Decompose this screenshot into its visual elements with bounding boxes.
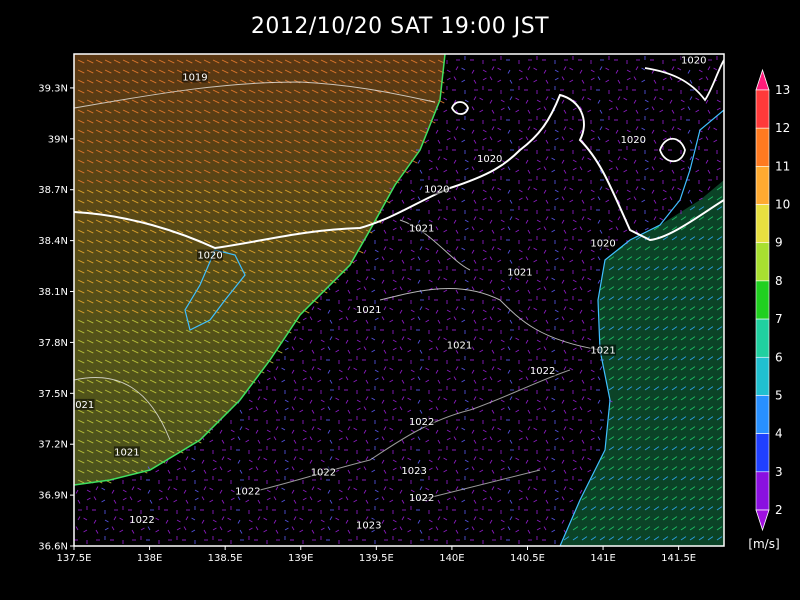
colorbar-bottom-arrow [755,509,770,532]
isobar-label: 1020 [424,184,449,195]
isobar-label: 1022 [409,493,434,504]
colorbar-segment [755,280,770,320]
lat-tick-label: 37.2N [38,440,68,451]
lon-tick-label: 141.5E [661,553,696,564]
isobar-label: 1021 [356,305,381,316]
isobar-label: 1021 [114,447,139,458]
lon-tick-label: 138E [137,553,162,564]
colorbar-segment [755,242,770,282]
isobar-label: 1019 [182,72,207,83]
colorbar-tick-label: 10 [775,198,790,212]
longitude-axis: 137.5E 138E 138.5E 139E 139.5E 140E 140.5E 141E… [57,546,696,564]
isobar-label: 1020 [197,251,222,262]
wind-map: 1019102010201020102010201020102110211021… [38,53,790,564]
lat-tick-label: 38.1N [38,287,68,298]
colorbar-tick-label: 13 [775,83,790,97]
lon-tick-label: 140E [439,553,464,564]
isobar-label: 1020 [621,135,646,146]
isobar-label: 1022 [409,417,434,428]
colorbar-segment [755,471,770,511]
colorbar-tick-label: 8 [775,274,783,288]
colorbar-segment [755,318,770,358]
colorbar-segment [755,89,770,129]
isobar-label: 1022 [311,468,336,479]
isobar-label: 1022 [235,486,260,497]
isobar-label: 1022 [129,515,154,526]
colorbar-tick-label: 3 [775,465,783,479]
isobar-label: 1021 [69,400,94,411]
colorbar-tick-label: 12 [775,121,790,135]
isobar-label: 1021 [507,268,532,279]
isobar-label: 1021 [447,341,472,352]
colorbar-top-arrow [755,68,770,91]
lat-tick-label: 37.5N [38,389,68,400]
isobar-label: 1021 [409,223,434,234]
colorbar-segment [755,127,770,167]
lon-tick-label: 139.5E [359,553,394,564]
colorbar-tick-label: 5 [775,388,783,402]
lon-tick-label: 141E [590,553,615,564]
colorbar-tick-label: 11 [775,159,790,173]
isobar-label: 1021 [590,346,615,357]
isobar-label: 1023 [401,466,426,477]
colorbar-segment [755,395,770,434]
lon-tick-label: 140.5E [510,553,545,564]
colorbar-segment [755,356,770,396]
lon-tick-label: 137.5E [57,553,92,564]
colorbar-tick-label: 6 [775,350,783,364]
lat-tick-label: 39N [48,134,68,145]
lon-tick-label: 138.5E [208,553,243,564]
latitude-axis: 39.3N 39N 38.7N 38.4N 38.1N 37.8N 37.5N 37.2N 36… [38,83,74,553]
lat-tick-label: 38.7N [38,185,68,196]
colorbar-tick-label: 4 [775,427,783,441]
lat-tick-label: 37.8N [38,338,68,349]
colorbar-tick-label: 2 [775,503,783,517]
colorbar-segment [755,166,770,205]
colorbar-tick-label: 7 [775,312,783,326]
colorbar-segment [755,204,770,244]
lat-tick-label: 39.3N [38,83,68,94]
lat-tick-label: 36.6N [38,542,68,553]
lat-tick-label: 38.4N [38,236,68,247]
plot-area: 1019 1020 1020 1020 1020 1020 1020 1021 1021 1021… [69,54,724,546]
isobar-label: 1023 [356,520,381,531]
lon-tick-label: 139E [288,553,313,564]
isobar-label: 1020 [590,239,615,250]
isobar-label: 1020 [477,154,502,165]
isobar-label: 1020 [681,55,706,66]
colorbar: 13 12 11 10 9 8 7 6 5 4 3 2 [755,68,790,532]
colorbar-tick-label: 9 [775,236,783,250]
colorbar-unit: [m/s] [748,537,779,551]
lat-tick-label: 36.9N [38,491,68,502]
isobar-label: 1022 [530,366,555,377]
colorbar-segment [755,433,770,473]
